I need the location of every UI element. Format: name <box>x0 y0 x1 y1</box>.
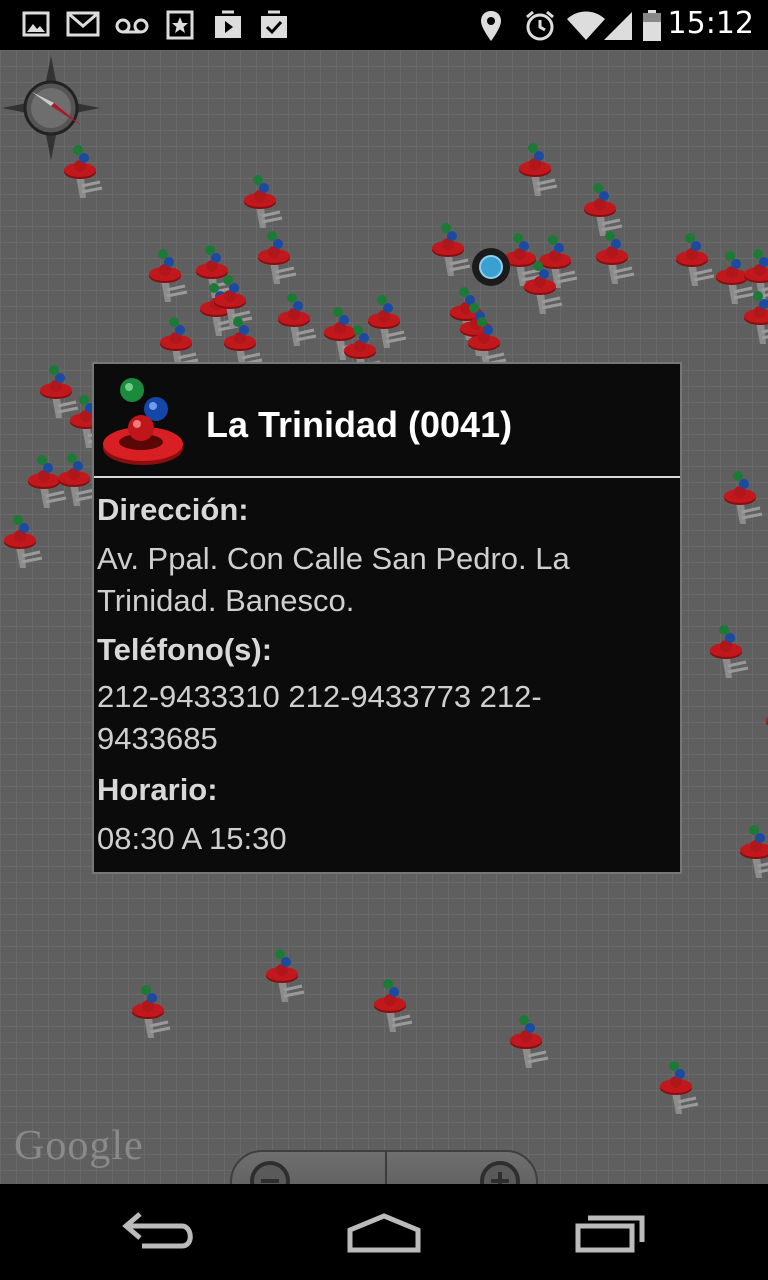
branch-marker-icon[interactable] <box>736 820 768 882</box>
branch-marker-icon[interactable] <box>506 1010 550 1072</box>
star-app-icon <box>166 10 194 40</box>
compass-icon[interactable] <box>2 56 100 160</box>
branch-marker-icon[interactable] <box>145 244 189 306</box>
address-value: Av. Ppal. Con Calle San Pedro. La Trinid… <box>97 541 570 618</box>
phone-value: 212-9433310 212-9433773 212-9433685 <box>97 679 542 756</box>
branch-marker-icon[interactable] <box>428 218 472 280</box>
branch-marker-icon[interactable] <box>656 1056 700 1118</box>
voicemail-icon <box>115 18 149 34</box>
zoom-divider <box>385 1152 387 1184</box>
zoom-out-icon[interactable] <box>244 1156 304 1184</box>
branch-title: La Trinidad (0041) <box>206 404 513 445</box>
recent-apps-icon[interactable] <box>570 1208 650 1258</box>
address-label: Dirección: <box>97 492 249 527</box>
signal-icon <box>604 12 632 40</box>
bank-logo-icon <box>103 378 183 465</box>
branch-marker-icon[interactable] <box>262 944 306 1006</box>
gallery-icon <box>22 11 50 37</box>
home-icon[interactable] <box>344 1208 424 1258</box>
info-header: La Trinidad (0041) <box>94 364 680 478</box>
phone-label: Teléfono(s): <box>97 632 273 667</box>
alarm-icon <box>526 10 554 41</box>
branch-marker-icon[interactable] <box>274 288 318 350</box>
branch-marker-icon[interactable] <box>706 620 750 682</box>
branch-marker-icon[interactable] <box>240 170 284 232</box>
google-attribution: Google <box>14 1123 144 1169</box>
play-store-icon <box>215 10 241 38</box>
branch-marker-icon[interactable] <box>740 286 768 348</box>
info-window[interactable]: La Trinidad (0041) Dirección: Av. Ppal. … <box>92 362 682 874</box>
branch-marker-icon[interactable] <box>720 466 764 528</box>
navigation-bar <box>0 1184 768 1280</box>
hours-value: 08:30 A 15:30 <box>97 821 287 856</box>
branch-marker-icon[interactable] <box>515 138 559 200</box>
status-bar: 15:12 <box>0 0 768 50</box>
zoom-control <box>230 1150 538 1184</box>
task-check-icon <box>261 10 287 38</box>
branch-marker-icon[interactable] <box>254 226 298 288</box>
branch-marker-icon[interactable] <box>592 226 636 288</box>
branch-marker-icon[interactable] <box>762 690 768 752</box>
wifi-icon <box>567 11 605 40</box>
gmail-icon <box>66 11 100 37</box>
location-icon <box>481 11 501 41</box>
my-location-marker <box>472 248 510 286</box>
branch-marker-icon[interactable] <box>0 510 44 572</box>
hours-label: Horario: <box>97 772 218 807</box>
clock: 15:12 <box>667 6 754 41</box>
branch-marker-icon[interactable] <box>520 256 564 318</box>
zoom-in-icon[interactable] <box>474 1156 534 1184</box>
branch-marker-icon[interactable] <box>128 980 172 1042</box>
back-icon[interactable] <box>118 1208 198 1258</box>
branch-marker-icon[interactable] <box>672 228 716 290</box>
battery-icon <box>643 10 661 41</box>
branch-marker-icon[interactable] <box>370 974 414 1036</box>
